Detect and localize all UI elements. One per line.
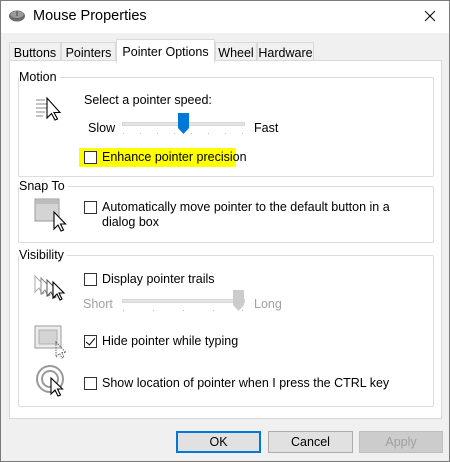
- tab-label: Buttons: [13, 45, 57, 60]
- slider-tick: [153, 310, 154, 311]
- tab-label: Pointers: [65, 45, 112, 60]
- tab-label: Wheel: [218, 45, 254, 60]
- trail-length-thumb[interactable]: [233, 290, 244, 311]
- visibility-group-label: Visibility: [19, 248, 67, 262]
- pointer-speed-label: Select a pointer speed:: [84, 93, 212, 107]
- pointer-speed-icon: [36, 96, 62, 121]
- slider-tick: [183, 310, 184, 311]
- snap-to-icon: [34, 198, 67, 232]
- hide-pointer-label: Hide pointer while typing: [102, 334, 239, 348]
- pointer-options-panel: Motion Select a pointer speed: Slow Fast: [9, 60, 442, 419]
- tab-wheel[interactable]: Wheel: [215, 42, 257, 62]
- apply-button[interactable]: Apply: [359, 431, 443, 453]
- tab-pointers[interactable]: Pointers: [61, 42, 116, 62]
- slider-tick: [208, 133, 209, 134]
- snap-to-group-label: Snap To: [19, 179, 68, 193]
- slider-tick: [242, 133, 243, 134]
- tab-label: Hardware: [258, 45, 313, 60]
- slider-tick: [191, 133, 192, 134]
- snap-to-group: [18, 186, 434, 243]
- window-title: Mouse Properties: [33, 8, 147, 24]
- pointer-speed-thumb[interactable]: [178, 113, 189, 134]
- ok-button[interactable]: OK: [176, 431, 261, 453]
- fast-label: Fast: [254, 121, 279, 135]
- pointer-trails-icon: [34, 274, 66, 301]
- slider-tick: [123, 133, 124, 134]
- short-label: Short: [83, 297, 113, 311]
- tab-pointer-options[interactable]: Pointer Options: [116, 39, 215, 63]
- slider-tick: [225, 133, 226, 134]
- show-location-label: Show location of pointer when I press th…: [102, 376, 390, 390]
- show-location-checkbox[interactable]: [84, 377, 97, 390]
- enhance-precision-checkbox[interactable]: [84, 151, 97, 164]
- slider-tick: [174, 133, 175, 134]
- cancel-button[interactable]: Cancel: [268, 431, 353, 453]
- slow-label: Slow: [88, 121, 116, 135]
- close-button[interactable]: [411, 1, 449, 31]
- snap-to-checkbox[interactable]: [84, 201, 97, 214]
- tab-buttons[interactable]: Buttons: [9, 42, 61, 62]
- pointer-trails-label: Display pointer trails: [102, 272, 215, 286]
- tab-label: Pointer Options: [122, 44, 209, 59]
- slider-tick: [140, 133, 141, 134]
- mouse-properties-window: Mouse Properties Buttons Pointers Pointe…: [0, 0, 450, 462]
- enhance-precision-label: Enhance pointer precision: [102, 150, 247, 164]
- snap-to-label-line1: Automatically move pointer to the defaul…: [102, 200, 390, 214]
- close-icon: [424, 10, 436, 22]
- show-location-icon: [36, 365, 64, 397]
- title-bar: Mouse Properties: [1, 1, 449, 33]
- snap-to-label-line2: dialog box: [102, 215, 159, 229]
- motion-group-label: Motion: [19, 70, 60, 84]
- mouse-icon: [9, 10, 25, 22]
- long-label: Long: [254, 297, 282, 311]
- pointer-trails-checkbox[interactable]: [84, 273, 97, 286]
- hide-pointer-checkbox[interactable]: [84, 335, 97, 348]
- slider-tick: [123, 310, 124, 311]
- slider-tick: [213, 310, 214, 311]
- trail-length-track: [122, 299, 245, 303]
- slider-tick: [157, 133, 158, 134]
- tab-hardware[interactable]: Hardware: [257, 42, 314, 62]
- hide-pointer-icon: [34, 325, 68, 359]
